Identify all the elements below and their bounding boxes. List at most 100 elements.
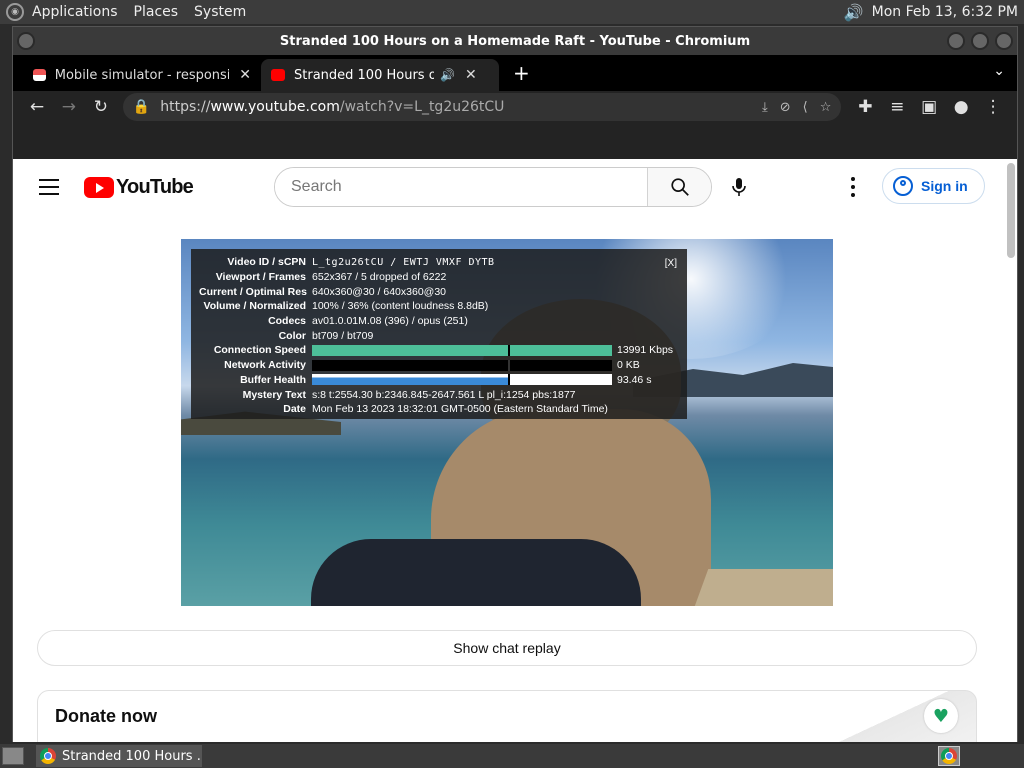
stats-label: Mystery Text (242, 388, 306, 401)
tab-search-chevron-icon[interactable]: ⌄ (993, 63, 1005, 79)
search-button[interactable] (647, 168, 711, 206)
browser-toolbar: ← → ↻ 🔒 https://www.youtube.com/watch?v=… (13, 91, 1017, 123)
media-controls-icon[interactable]: ≡ (881, 93, 913, 121)
donate-heart-icon[interactable]: ♥ (924, 699, 958, 733)
share-icon[interactable]: ⟨ (803, 100, 808, 115)
video-frame-foreground (311, 539, 641, 606)
window-titlebar[interactable]: Stranded 100 Hours on a Homemade Raft - … (13, 27, 1017, 55)
stats-value: s:8 t:2554.30 b:2346.845-2647.561 L pl_i… (312, 388, 576, 401)
stats-value: Mon Feb 13 2023 18:32:01 GMT-0500 (Easte… (312, 403, 608, 416)
menu-system[interactable]: System (186, 4, 254, 20)
close-tab-icon[interactable]: ✕ (465, 67, 477, 83)
stats-value: L_tg2u26tCU / EWTJ VMXF DYTB (312, 256, 495, 268)
bookmark-bar (13, 123, 1017, 159)
lock-icon[interactable]: 🔒 (133, 99, 150, 115)
stats-row: Video ID / sCPN L_tg2u26tCU / EWTJ VMXF D… (199, 255, 679, 270)
stats-value: 640x360@30 / 640x360@30 (312, 285, 447, 298)
taskbar-window-label: Stranded 100 Hours ... (62, 748, 202, 764)
video-frame-raft (693, 569, 833, 606)
youtube-logo[interactable]: YouTube (84, 176, 194, 199)
close-window-button[interactable] (995, 32, 1013, 50)
tab-audio-icon[interactable]: 🔊 (440, 68, 455, 82)
volume-icon[interactable]: 🔊 (844, 3, 864, 22)
web-page: YouTube Sign in [X] Video ID / sCPN L_tg2… (13, 159, 1017, 742)
show-desktop-icon[interactable] (2, 747, 24, 765)
extensions-puzzle-icon[interactable]: ✚ (849, 93, 881, 121)
menu-applications[interactable]: Applications (24, 4, 126, 20)
stats-value: 93.46 s (617, 373, 652, 386)
stats-label: Connection Speed (213, 344, 306, 357)
workspace-switcher[interactable] (938, 746, 960, 766)
bottom-taskbar: Stranded 100 Hours ... (0, 744, 1024, 768)
network-activity-graph (312, 359, 612, 371)
stats-row: Network Activity 0 KB (199, 358, 679, 373)
stats-row: Viewport / Frames 652x367 / 5 dropped of … (199, 270, 679, 285)
stats-label: Buffer Health (240, 373, 306, 386)
search-icon (670, 178, 689, 196)
stats-label: Current / Optimal Res (199, 285, 307, 298)
account-circle-icon (893, 176, 913, 196)
tab-title: Mobile simulator - responsive (54, 67, 230, 83)
stats-close-button[interactable]: [X] (665, 258, 677, 269)
search-bar (274, 167, 712, 207)
sign-in-label: Sign in (921, 178, 968, 194)
install-app-icon[interactable]: ⤓ (762, 100, 768, 115)
profile-avatar-icon[interactable]: ● (945, 93, 977, 121)
chrome-menu-kebab-icon[interactable]: ⋮ (977, 93, 1009, 121)
chromium-icon (40, 748, 56, 764)
donate-title: Donate now (55, 706, 157, 726)
tab-strip: Mobile simulator - responsive ✕ Stranded… (13, 55, 1017, 91)
menu-places[interactable]: Places (126, 4, 187, 20)
video-player[interactable]: [X] Video ID / sCPN L_tg2u26tCU / EWTJ VM… (181, 239, 833, 606)
stats-row: Codecs av01.0.01M.08 (396) / opus (251) (199, 314, 679, 329)
tab-youtube-video[interactable]: Stranded 100 Hours on a H 🔊 ✕ (261, 59, 499, 91)
sign-in-button[interactable]: Sign in (882, 168, 985, 204)
top-panel: ◉ Applications Places System 🔊 Mon Feb 1… (0, 0, 1024, 24)
forward-arrow-icon[interactable]: → (53, 93, 85, 121)
stats-label: Network Activity (224, 359, 306, 372)
stats-label: Color (278, 329, 306, 342)
stats-row: Color bt709 / bt709 (199, 328, 679, 343)
back-arrow-icon[interactable]: ← (21, 93, 53, 121)
stats-row: Buffer Health 93.46 s (199, 373, 679, 388)
youtube-wordmark: YouTube (116, 176, 194, 198)
bookmark-star-icon[interactable]: ☆ (820, 100, 832, 115)
stats-label: Viewport / Frames (215, 271, 306, 284)
clock[interactable]: Mon Feb 13, 6:32 PM (872, 4, 1018, 20)
window-title: Stranded 100 Hours on a Homemade Raft - … (279, 33, 751, 49)
stats-value: 652x367 / 5 dropped of 6222 (312, 271, 447, 284)
search-input[interactable] (275, 168, 647, 206)
close-tab-icon[interactable]: ✕ (239, 67, 251, 83)
stats-row: Connection Speed 13991 Kbps (199, 343, 679, 358)
stats-row: Current / Optimal Res 640x360@30 / 640x36… (199, 284, 679, 299)
mobile-simulator-favicon-icon (33, 69, 46, 81)
voice-search-button[interactable] (727, 171, 751, 203)
minimize-button[interactable] (947, 32, 965, 50)
guide-menu-icon[interactable] (39, 179, 59, 195)
tab-mobile-simulator[interactable]: Mobile simulator - responsive ✕ (23, 59, 261, 91)
settings-kebab-icon[interactable] (849, 177, 857, 197)
new-tab-button[interactable]: + (513, 61, 530, 85)
taskbar-window-button[interactable]: Stranded 100 Hours ... (36, 745, 202, 767)
stats-value: 13991 Kbps (617, 344, 674, 357)
maximize-button[interactable] (971, 32, 989, 50)
tracking-off-eye-icon[interactable]: ⊘ (780, 100, 791, 115)
stats-label: Volume / Normalized (203, 300, 307, 313)
side-panel-icon[interactable]: ▣ (913, 93, 945, 121)
window-menu-button[interactable] (17, 32, 35, 50)
stats-row: Volume / Normalized 100% / 36% (content l… (199, 299, 679, 314)
microphone-icon (732, 178, 746, 196)
gnome-foot-icon[interactable]: ◉ (6, 3, 24, 21)
reload-icon[interactable]: ↻ (85, 93, 117, 121)
address-bar[interactable]: 🔒 https://www.youtube.com/watch?v=L_tg2u… (122, 93, 842, 121)
stats-row: Date Mon Feb 13 2023 18:32:01 GMT-0500 (E… (199, 402, 679, 417)
chat-replay-label: Show chat replay (453, 640, 561, 656)
connection-speed-graph (312, 344, 612, 356)
page-scrollbar-thumb[interactable] (1007, 163, 1015, 258)
youtube-favicon-icon (271, 69, 285, 81)
url-prefix: https:// (160, 99, 211, 115)
tab-title: Stranded 100 Hours on a H (294, 67, 434, 83)
show-chat-replay-button[interactable]: Show chat replay (37, 630, 977, 666)
stats-label: Date (283, 403, 306, 416)
stats-value: 0 KB (617, 359, 640, 372)
